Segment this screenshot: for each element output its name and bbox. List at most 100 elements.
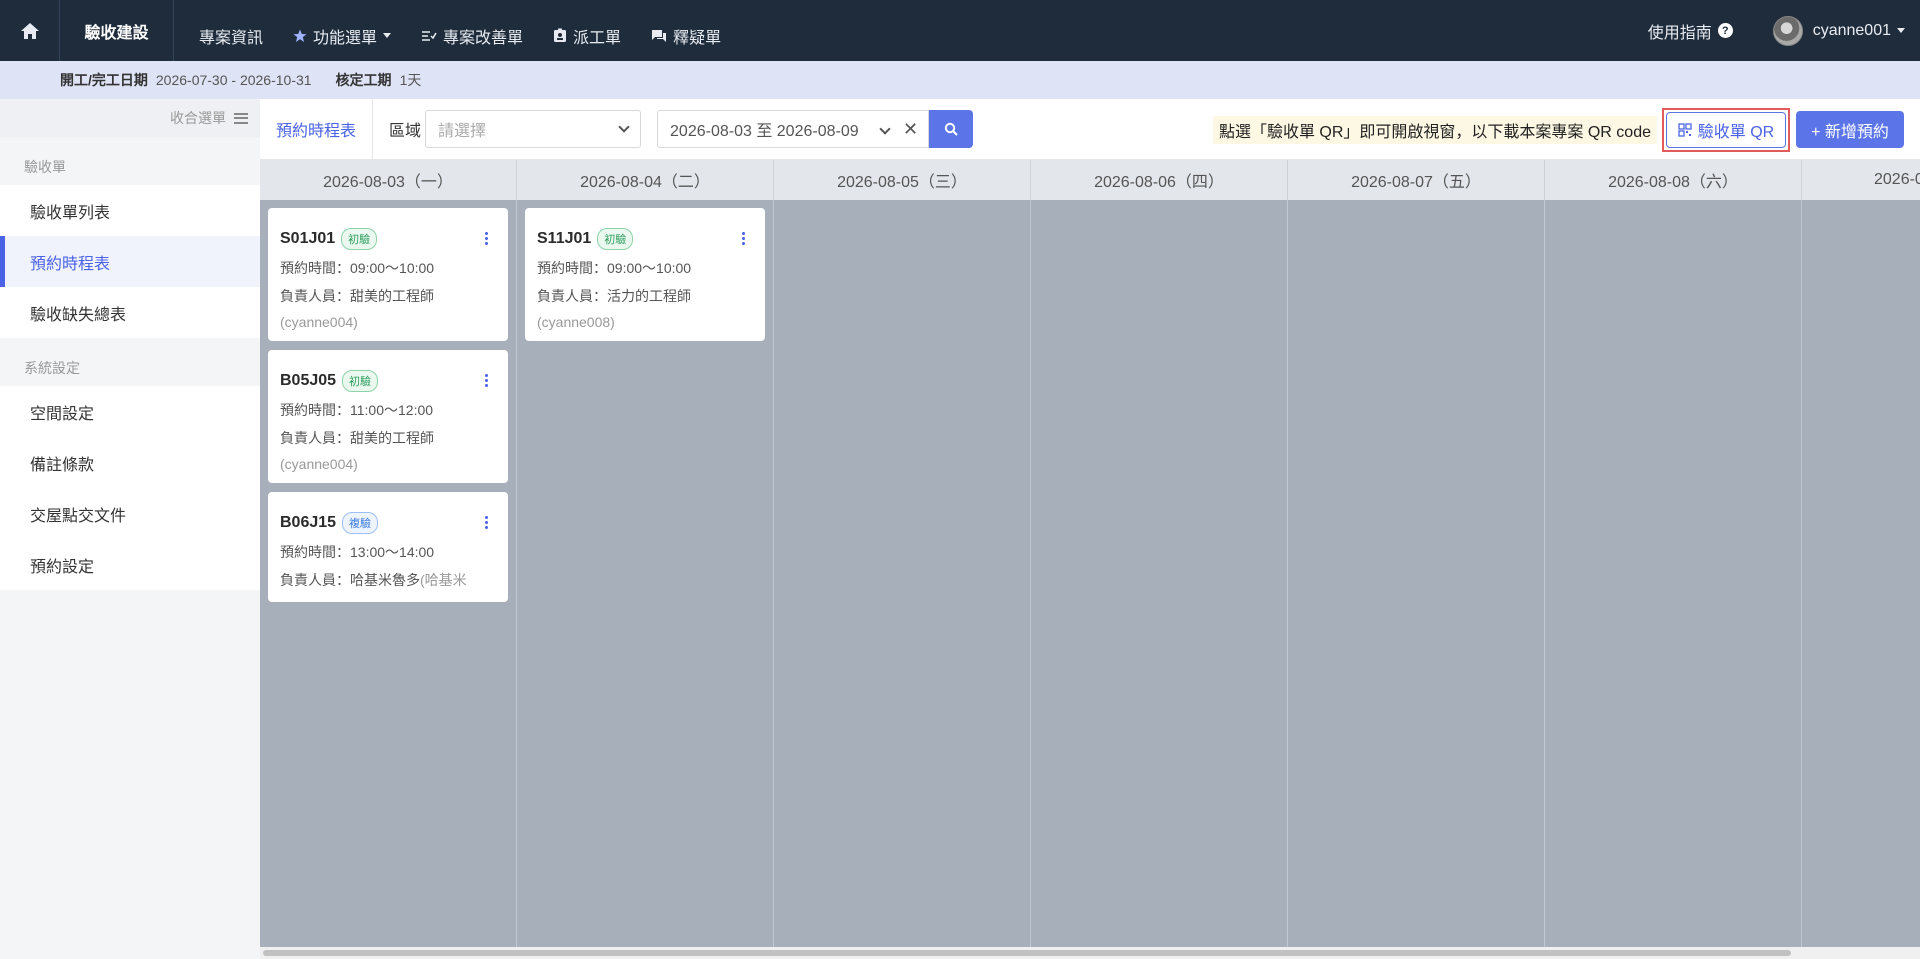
chat-icon xyxy=(651,29,667,43)
nav-item-label: 專案資訊 xyxy=(199,29,264,47)
sidebar-item-schedule[interactable]: 預約時程表 xyxy=(0,236,260,287)
search-button[interactable] xyxy=(929,110,974,148)
nav-item-function-menu[interactable]: 功能選單 xyxy=(278,5,406,66)
nav-item-label: 派工單 xyxy=(573,29,622,47)
booking-time: 預約時間：09:00～10:00 xyxy=(537,260,692,276)
unit-code: B06J15 xyxy=(280,514,337,531)
more-options-icon[interactable] xyxy=(485,374,488,387)
booking-person-id: (cyanne004) xyxy=(280,314,358,330)
username: cyanne001 xyxy=(1812,21,1891,39)
nav-item-improvement[interactable]: 專案改善單 xyxy=(406,5,538,66)
day-header: 2026-08-06（四） xyxy=(1031,160,1288,200)
sidebar-section-settings: 系統設定 xyxy=(24,360,80,376)
area-label: 區域 xyxy=(389,123,422,140)
scrollbar-thumb[interactable] xyxy=(263,950,1791,956)
day-column xyxy=(1545,200,1802,947)
brand-title[interactable]: 驗收建設 xyxy=(60,0,174,61)
day-header: 2026-08-07（五） xyxy=(1288,160,1545,200)
period-value: 1天 xyxy=(399,72,422,88)
unit-code: S11J01 xyxy=(537,230,592,247)
period-label: 核定工期 xyxy=(335,72,392,88)
nav-item-label: 專案改善單 xyxy=(443,29,524,47)
sidebar-item-notes-terms[interactable]: 備註條款 xyxy=(0,437,260,488)
booking-time: 預約時間：13:00～14:00 xyxy=(280,544,435,560)
day-header: 2026-08-03（一） xyxy=(260,160,517,200)
nav-item-clarification[interactable]: 釋疑單 xyxy=(636,5,736,66)
booking-person: 負責人員：甜美的工程師 xyxy=(280,288,434,304)
day-column xyxy=(1288,200,1545,947)
day-column xyxy=(774,200,1031,947)
booking-card[interactable]: B05J05 初驗 預約時間：11:00～12:00 負責人員：甜美的工程師 (c… xyxy=(268,350,508,483)
sidebar-section-acceptance: 驗收單 xyxy=(24,159,66,175)
user-guide-link[interactable]: 使用指南 ? xyxy=(1648,19,1733,43)
clear-icon[interactable]: ✕ xyxy=(903,119,918,140)
caret-down-icon xyxy=(1897,28,1905,33)
schedule-calendar: 2026-08-03（一） 2026-08-04（二） 2026-08-05（三… xyxy=(260,160,1920,947)
sidebar-item-handover-docs[interactable]: 交屋點交文件 xyxy=(0,488,260,539)
date-range-picker[interactable]: 2026-08-03 至 2026-08-09 ✕ xyxy=(657,110,930,148)
nav-right: 使用指南 ? cyanne001 xyxy=(1648,0,1905,61)
chevron-down-icon xyxy=(879,123,891,135)
star-icon xyxy=(293,29,307,43)
home-button[interactable] xyxy=(0,0,60,61)
booking-person-id: (cyanne008) xyxy=(537,314,615,330)
search-icon xyxy=(944,122,958,136)
hamburger-icon xyxy=(234,112,248,124)
day-header: 2026-08-04（二） xyxy=(517,160,774,200)
sidebar-item-defect-summary[interactable]: 驗收缺失總表 xyxy=(0,287,260,338)
day-column xyxy=(1802,200,1920,947)
sidebar-item-acceptance-list[interactable]: 驗收單列表 xyxy=(0,185,260,236)
sidebar-item-booking-settings[interactable]: 預約設定 xyxy=(0,539,260,590)
qr-button-label: 驗收單 QR xyxy=(1697,124,1775,141)
booking-card[interactable]: S01J01 初驗 預約時間：09:00～10:00 負責人員：甜美的工程師 (c… xyxy=(268,208,508,341)
day-column: S01J01 初驗 預約時間：09:00～10:00 負責人員：甜美的工程師 (c… xyxy=(260,200,517,947)
area-select[interactable]: 請選擇 xyxy=(425,110,642,148)
booking-card[interactable]: B06J15 複驗 預約時間：13:00～14:00 負責人員：哈基米魯多(哈基米 xyxy=(268,492,508,602)
nav-item-dispatch[interactable]: 派工單 xyxy=(538,5,636,66)
calendar-body: S01J01 初驗 預約時間：09:00～10:00 負責人員：甜美的工程師 (c… xyxy=(260,200,1920,947)
status-badge: 初驗 xyxy=(342,370,379,392)
booking-person: 負責人員：活力的工程師 xyxy=(537,288,691,304)
add-booking-button[interactable]: + 新增預約 xyxy=(1796,111,1904,148)
caret-down-icon xyxy=(383,33,392,38)
help-icon: ? xyxy=(1717,23,1733,38)
day-header: 2026-08 xyxy=(1802,160,1920,200)
booking-card[interactable]: S11J01 初驗 預約時間：09:00～10:00 負責人員：活力的工程師 (c… xyxy=(525,208,765,341)
more-options-icon[interactable] xyxy=(485,516,488,529)
booking-person-id: (cyanne004) xyxy=(280,456,358,472)
guide-label: 使用指南 xyxy=(1647,24,1712,42)
qr-code-icon xyxy=(1678,123,1692,137)
horizontal-scrollbar[interactable] xyxy=(260,947,1920,959)
home-icon xyxy=(20,22,39,39)
status-badge: 複驗 xyxy=(342,512,379,534)
calendar-header: 2026-08-03（一） 2026-08-04（二） 2026-08-05（三… xyxy=(260,160,1920,200)
list-check-icon xyxy=(421,29,437,43)
nav-item-label: 釋疑單 xyxy=(673,29,722,47)
acceptance-qr-button[interactable]: 驗收單 QR xyxy=(1666,112,1786,148)
unit-code: S01J01 xyxy=(280,230,336,247)
more-options-icon[interactable] xyxy=(742,232,745,245)
nav-item-project-info[interactable]: 專案資訊 xyxy=(184,5,278,66)
date-value: 2026-07-30 - 2026-10-31 xyxy=(155,72,312,88)
status-badge: 初驗 xyxy=(341,228,378,250)
booking-time: 預約時間：09:00～10:00 xyxy=(280,260,435,276)
user-menu[interactable]: cyanne001 xyxy=(1772,15,1905,46)
collapse-label: 收合選單 xyxy=(170,110,226,126)
booking-person-id: (哈基米 xyxy=(420,572,467,588)
more-options-icon[interactable] xyxy=(485,232,488,245)
date-range-value: 2026-08-03 至 2026-08-09 xyxy=(670,123,859,140)
chevron-down-icon xyxy=(618,121,630,133)
booking-person: 負責人員：甜美的工程師 xyxy=(280,430,434,446)
nav-menu: 專案資訊 功能選單 專案改善單 派工單 釋疑單 xyxy=(184,0,736,61)
project-info-bar: 開工/完工日期 2026-07-30 - 2026-10-31 核定工期 1天 xyxy=(0,61,1920,99)
unit-code: B05J05 xyxy=(280,372,337,389)
booking-person: 負責人員：哈基米魯多 xyxy=(280,572,420,588)
status-badge: 初驗 xyxy=(597,228,634,250)
top-nav: 驗收建設 專案資訊 功能選單 專案改善單 派工單 釋疑單 使用指南 ? cyan… xyxy=(0,0,1920,61)
day-column xyxy=(1031,200,1288,947)
page-title: 預約時程表 xyxy=(260,98,374,160)
sidebar-item-space-settings[interactable]: 空間設定 xyxy=(0,386,260,437)
qr-button-highlight: 驗收單 QR xyxy=(1662,108,1790,152)
area-placeholder: 請選擇 xyxy=(438,123,487,140)
collapse-menu-button[interactable]: 收合選單 xyxy=(0,99,260,137)
